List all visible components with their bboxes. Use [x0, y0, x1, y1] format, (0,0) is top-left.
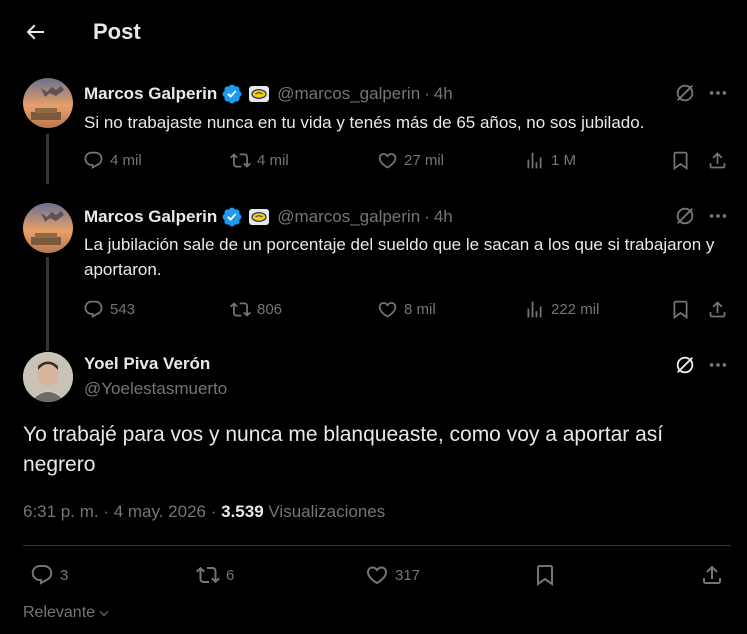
sort-dropdown[interactable]: Relevante [23, 604, 111, 622]
repost-icon [230, 153, 251, 168]
reply-button[interactable]: 4 mil [83, 150, 142, 171]
author-name[interactable]: Yoel Piva Verón [84, 354, 210, 374]
bookmark-icon[interactable] [670, 299, 691, 320]
heart-icon [366, 566, 388, 585]
tweet-text: La jubilación sale de un porcentaje del … [84, 235, 715, 279]
views-label: Visualizaciones [263, 502, 386, 521]
more-options-icon[interactable] [707, 82, 729, 104]
action-bar: 4 mil 4 mil 27 mil 1 M [0, 150, 747, 174]
action-bar: 543 806 8 mil 222 mil [0, 299, 747, 323]
heart-icon [378, 153, 397, 169]
verified-badge-icon [222, 84, 242, 104]
bookmark-icon[interactable] [670, 150, 691, 171]
post-header: Post [0, 0, 747, 64]
divider [23, 545, 731, 546]
grok-icon[interactable] [674, 205, 696, 227]
views-button[interactable]: 222 mil [524, 299, 599, 320]
like-count: 317 [395, 566, 421, 584]
main-action-bar: 3 6 317 [0, 563, 747, 587]
heart-icon [378, 302, 397, 318]
post-time[interactable]: 4h [434, 207, 453, 227]
reply-button[interactable]: 543 [83, 299, 135, 320]
reply-icon [84, 300, 103, 318]
reply-button[interactable]: 3 [30, 563, 68, 587]
author-name[interactable]: Marcos Galperin [84, 84, 217, 104]
separator-dot: · [424, 84, 430, 103]
verified-badge-icon [222, 207, 242, 227]
like-button[interactable]: 317 [365, 563, 420, 587]
author-name[interactable]: Marcos Galperin [84, 207, 217, 227]
repost-count: 806 [257, 301, 283, 318]
repost-button[interactable]: 6 [196, 563, 234, 587]
like-button[interactable]: 27 mil [377, 150, 444, 171]
views-count: 1 M [551, 152, 577, 169]
affiliate-badge-icon[interactable] [249, 209, 270, 225]
views-count: 222 mil [551, 301, 600, 318]
repost-count: 4 mil [257, 152, 289, 169]
like-button[interactable]: 8 mil [377, 299, 436, 320]
share-icon[interactable] [707, 150, 728, 171]
affiliate-badge-icon[interactable] [249, 86, 270, 102]
author-handle[interactable]: @marcos_galperin [277, 84, 420, 104]
sort-label: Relevante [23, 604, 96, 621]
author-row: Marcos Galperin @marcos_galperin · 4h [84, 82, 453, 106]
avatar[interactable] [23, 78, 73, 128]
analytics-icon [527, 301, 542, 318]
share-icon[interactable] [700, 563, 724, 587]
like-count: 8 mil [404, 301, 436, 318]
repost-button[interactable]: 806 [230, 299, 282, 320]
repost-count: 6 [226, 566, 235, 584]
analytics-icon [527, 152, 542, 169]
reply-icon [31, 565, 53, 585]
separator-dot: · [424, 207, 430, 226]
repost-icon [196, 566, 220, 584]
grok-icon[interactable] [674, 82, 696, 104]
reply-count: 4 mil [110, 152, 142, 169]
reply-count: 3 [60, 566, 69, 584]
avatar[interactable] [23, 203, 73, 253]
more-options-icon[interactable] [707, 205, 729, 227]
post-date[interactable]: 6:31 p. m. · 4 may. 2026 · [23, 502, 221, 521]
tweet-text: Si no trabajaste nunca en tu vida y tené… [84, 113, 645, 132]
reply-count: 543 [110, 301, 136, 318]
share-icon[interactable] [707, 299, 728, 320]
author-row: Marcos Galperin @marcos_galperin · 4h [84, 205, 453, 229]
repost-button[interactable]: 4 mil [230, 150, 289, 171]
tweet-text: Yo trabajé para vos y nunca me blanqueas… [23, 423, 664, 476]
repost-icon [230, 302, 251, 317]
author-handle[interactable]: @Yoelestasmuerto [84, 379, 227, 399]
author-handle[interactable]: @marcos_galperin [277, 207, 420, 227]
post-time[interactable]: 4h [434, 84, 453, 104]
reply-icon [84, 151, 103, 169]
back-arrow-icon[interactable] [22, 20, 48, 44]
bookmark-icon[interactable] [533, 563, 557, 587]
more-options-icon[interactable] [707, 354, 729, 376]
views-button[interactable]: 1 M [524, 150, 576, 171]
post-metadata: 6:31 p. m. · 4 may. 2026 · 3.539 Visuali… [23, 502, 385, 522]
views-number: 3.539 [221, 502, 264, 521]
grok-icon[interactable] [674, 354, 696, 376]
avatar[interactable] [23, 352, 73, 402]
page-title: Post [93, 19, 141, 44]
like-count: 27 mil [404, 152, 445, 169]
chevron-down-icon [99, 610, 109, 617]
